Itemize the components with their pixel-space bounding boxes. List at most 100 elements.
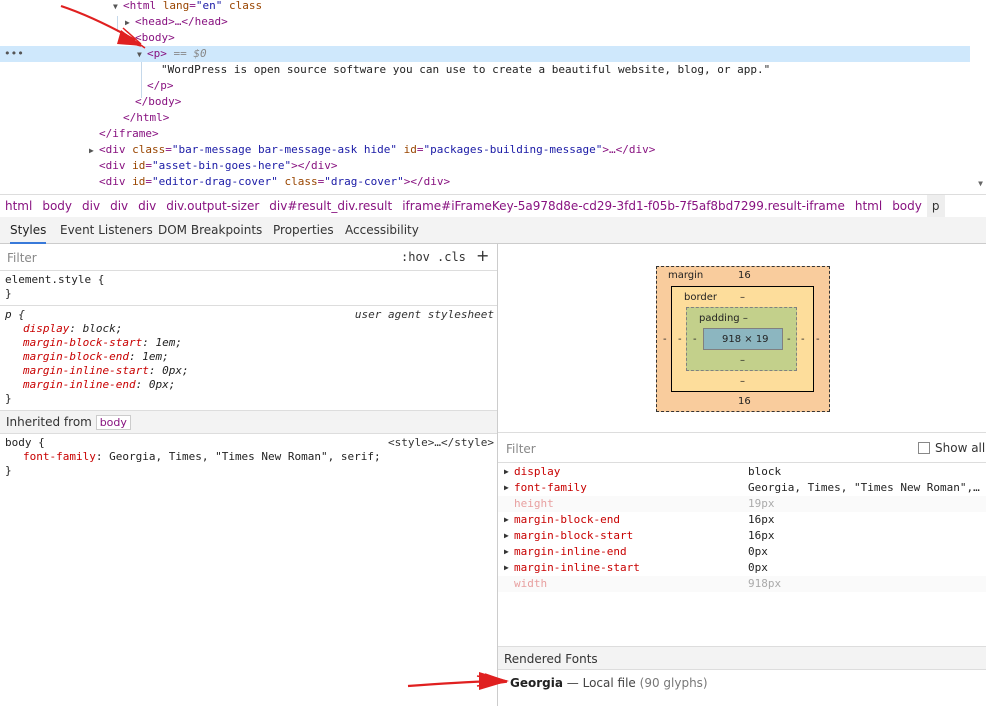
expand-triangle-icon[interactable]: ▶ bbox=[504, 544, 509, 560]
expand-triangle-icon[interactable]: ▶ bbox=[504, 560, 509, 576]
computed-pane: margin 16 16 - - border – – - - padding … bbox=[498, 244, 986, 706]
breadcrumb-item[interactable]: div#result_div.result bbox=[264, 195, 397, 217]
rule-source: user agent stylesheet bbox=[354, 308, 494, 321]
dom-scrollbar[interactable]: ▼ bbox=[972, 0, 986, 190]
element-style-selector[interactable]: element.style { bbox=[5, 273, 492, 287]
margin-top-value[interactable]: 16 bbox=[738, 270, 751, 281]
body-rule: body { <style>…</style> font-family: Geo… bbox=[0, 434, 497, 482]
font-glyph-count: (90 glyphs) bbox=[639, 676, 708, 690]
hov-button[interactable]: :hov bbox=[401, 250, 430, 264]
expand-triangle-icon[interactable]: ▶ bbox=[125, 15, 135, 31]
dom-text-node[interactable]: "WordPress is open source software you c… bbox=[161, 62, 986, 78]
breadcrumb: html body div div div div.output-sizer div#res… bbox=[0, 194, 986, 218]
padding-label: padding – bbox=[699, 313, 748, 324]
computed-row-margin-inline-start[interactable]: ▶ margin-inline-start 0px bbox=[498, 560, 986, 576]
tab-event-listeners[interactable]: Event Listeners bbox=[60, 217, 153, 242]
expand-triangle-icon[interactable]: ▶ bbox=[504, 528, 509, 544]
css-declaration[interactable]: display: block; bbox=[5, 322, 492, 336]
expand-triangle-icon[interactable]: ▶ bbox=[504, 512, 509, 528]
rule-close-brace: } bbox=[5, 392, 12, 405]
padding-left-value[interactable]: - bbox=[693, 334, 697, 345]
computed-row-margin-inline-end[interactable]: ▶ margin-inline-end 0px bbox=[498, 544, 986, 560]
breadcrumb-item[interactable]: div.output-sizer bbox=[161, 195, 264, 217]
expand-triangle-icon[interactable]: ▶ bbox=[504, 464, 509, 480]
breadcrumb-item[interactable]: html bbox=[850, 195, 887, 217]
collapse-triangle-icon[interactable]: ▼ bbox=[125, 31, 135, 47]
computed-row-font-family[interactable]: ▶ font-family Georgia, Times, "Times New R… bbox=[498, 480, 986, 496]
tree-guide bbox=[117, 16, 118, 32]
computed-row-margin-block-end[interactable]: ▶ margin-block-end 16px bbox=[498, 512, 986, 528]
box-model: margin 16 16 - - border – – - - padding … bbox=[498, 244, 986, 433]
elements-dom-tree: ▼ <html lang="en" class ▶ <head>…</head> ▼… bbox=[0, 0, 986, 190]
border-bottom-value[interactable]: – bbox=[740, 376, 745, 387]
border-right-value[interactable]: - bbox=[801, 334, 805, 345]
tree-guide bbox=[141, 62, 142, 98]
border-left-value[interactable]: - bbox=[678, 334, 682, 345]
dom-node-html[interactable]: ▼ <html lang="en" class bbox=[113, 0, 986, 14]
element-style-rule: element.style { } bbox=[0, 271, 497, 306]
styles-pane: Filter :hov .cls + element.style { } p {… bbox=[0, 244, 498, 706]
rule-source-link[interactable]: <style>…</style> bbox=[388, 436, 494, 449]
cls-button[interactable]: .cls bbox=[437, 250, 466, 264]
dom-node-iframe-close: </iframe> bbox=[99, 127, 159, 140]
expand-triangle-icon[interactable]: ▶ bbox=[89, 143, 99, 159]
checkbox-icon[interactable] bbox=[918, 442, 930, 454]
inherited-from-body-link[interactable]: body bbox=[95, 415, 131, 430]
padding-right-value[interactable]: - bbox=[787, 334, 791, 345]
rule-close-brace: } bbox=[5, 464, 12, 477]
css-declaration[interactable]: font-family: Georgia, Times, "Times New … bbox=[5, 450, 492, 464]
rendered-fonts-header: Rendered Fonts bbox=[498, 646, 986, 670]
tab-dom-breakpoints[interactable]: DOM Breakpoints bbox=[158, 217, 262, 242]
styles-filter-input[interactable]: Filter bbox=[7, 251, 37, 265]
dom-node-div-editor-drag-cover[interactable]: <div id="editor-drag-cover" class="drag-… bbox=[99, 174, 986, 190]
dom-node-div-bar-message[interactable]: ▶ <div class="bar-message bar-message-ask… bbox=[89, 142, 986, 158]
border-label: border bbox=[684, 292, 718, 303]
font-source: Local file bbox=[582, 676, 636, 690]
rule-close-brace: } bbox=[5, 287, 12, 300]
breadcrumb-item[interactable]: body bbox=[37, 195, 77, 217]
breadcrumb-item[interactable]: body bbox=[887, 195, 927, 217]
dom-node-div-asset-bin[interactable]: <div id="asset-bin-goes-here"></div> bbox=[99, 158, 986, 174]
margin-bottom-value[interactable]: 16 bbox=[738, 396, 751, 407]
tab-accessibility[interactable]: Accessibility bbox=[345, 217, 419, 242]
collapse-triangle-icon[interactable]: ▼ bbox=[113, 0, 123, 15]
computed-filter-input[interactable]: Filter bbox=[506, 442, 536, 456]
css-declaration[interactable]: margin-inline-start: 0px; bbox=[5, 364, 492, 378]
css-declaration[interactable]: margin-inline-end: 0px; bbox=[5, 378, 492, 392]
computed-row-width[interactable]: width 918px bbox=[498, 576, 986, 592]
font-dash: — bbox=[566, 676, 579, 690]
dom-node-html-close: </html> bbox=[123, 111, 170, 124]
breadcrumb-item-current[interactable]: p bbox=[926, 195, 945, 217]
margin-left-value[interactable]: - bbox=[663, 334, 667, 345]
margin-right-value[interactable]: - bbox=[816, 334, 820, 345]
content-size-value[interactable]: 918 × 19 bbox=[722, 334, 769, 345]
inherited-label: Inherited from bbox=[6, 415, 92, 429]
more-actions-icon[interactable]: ••• bbox=[4, 46, 24, 62]
padding-bottom-value[interactable]: – bbox=[740, 355, 745, 366]
tab-properties[interactable]: Properties bbox=[273, 217, 334, 242]
expand-triangle-icon[interactable]: ▶ bbox=[504, 480, 509, 496]
breadcrumb-item[interactable]: div bbox=[133, 195, 161, 217]
tab-styles[interactable]: Styles bbox=[10, 217, 47, 244]
rendered-font-row: Georgia — Local file (90 glyphs) bbox=[510, 676, 708, 690]
computed-row-margin-block-start[interactable]: ▶ margin-block-start 16px bbox=[498, 528, 986, 544]
add-rule-icon[interactable]: + bbox=[476, 246, 489, 265]
computed-filter-bar: Filter Show all bbox=[498, 434, 986, 463]
css-declaration[interactable]: margin-block-start: 1em; bbox=[5, 336, 492, 350]
breadcrumb-item[interactable]: iframe#iFrameKey-5a978d8e-cd29-3fd1-f05b… bbox=[397, 195, 850, 217]
computed-row-height[interactable]: height 19px bbox=[498, 496, 986, 512]
computed-row-display[interactable]: ▶ display block bbox=[498, 464, 986, 480]
show-all-label[interactable]: Show all bbox=[935, 441, 985, 455]
css-declaration[interactable]: margin-block-end: 1em; bbox=[5, 350, 492, 364]
breadcrumb-item[interactable]: div bbox=[77, 195, 105, 217]
scroll-down-icon[interactable]: ▼ bbox=[978, 179, 983, 188]
dom-node-head[interactable]: ▶ <head>…</head> bbox=[125, 14, 986, 30]
breadcrumb-item[interactable]: html bbox=[0, 195, 37, 217]
inherited-header: Inherited from body bbox=[0, 411, 497, 434]
collapse-triangle-icon[interactable]: ▼ bbox=[137, 47, 147, 63]
styles-filter-bar: Filter :hov .cls + bbox=[0, 244, 497, 271]
breadcrumb-item[interactable]: div bbox=[105, 195, 133, 217]
dom-node-body[interactable]: ▼ <body> bbox=[125, 30, 986, 46]
dom-node-p-selected[interactable]: ••• ▼ <p> == $0 bbox=[0, 46, 970, 62]
border-top-value[interactable]: – bbox=[740, 292, 745, 303]
